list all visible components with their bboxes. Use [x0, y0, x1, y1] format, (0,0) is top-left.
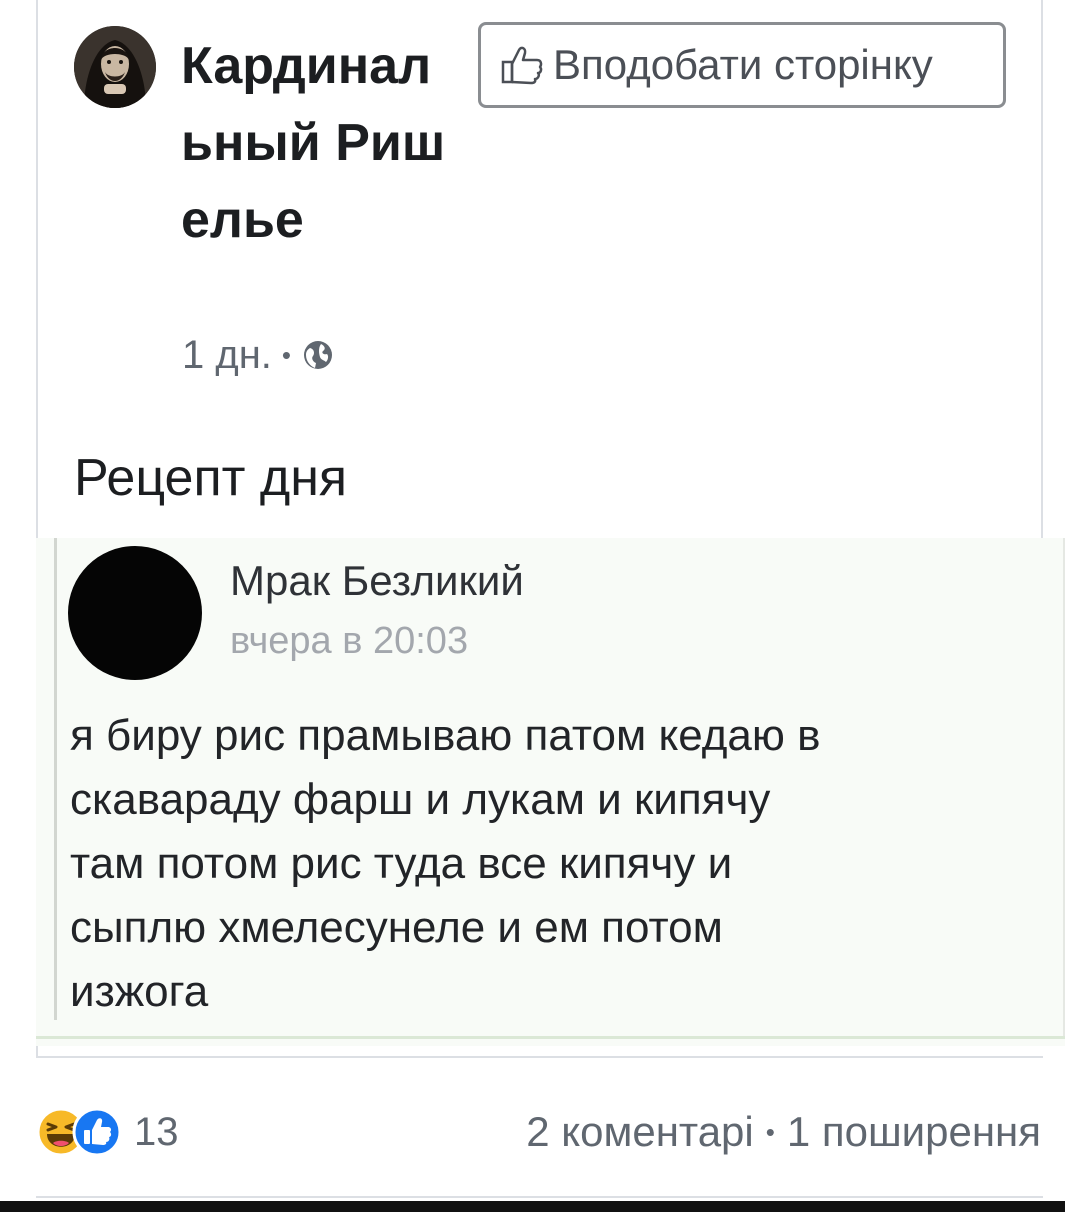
post-time[interactable]: 1 дн. — [182, 333, 272, 378]
page-name[interactable]: Кардинальный Ришелье — [181, 28, 451, 259]
embed-bottom-line — [36, 1036, 1065, 1039]
post-text: Рецепт дня — [74, 449, 348, 507]
comment-line: скавараду фарш и лукам и кипячу — [70, 775, 771, 824]
meta-separator: • — [281, 339, 292, 370]
embedded-comment-image[interactable]: Мрак Безликий вчера в 20:03 я биру рис п… — [36, 538, 1065, 1046]
comment-line: я биру рис прамываю патом кедаю в — [70, 711, 821, 760]
comment-line: изжога — [70, 967, 209, 1016]
avatar-image — [74, 26, 156, 108]
card-border-bottom — [36, 1056, 1043, 1058]
reactions-summary[interactable]: 13 — [36, 1106, 179, 1158]
shares-count-link[interactable]: 1 поширення — [787, 1108, 1041, 1156]
thumbs-up-icon — [501, 46, 543, 85]
reaction-count: 13 — [134, 1109, 179, 1154]
comment-time: вчера в 20:03 — [230, 620, 469, 662]
footer-stats: 2 коментарі • 1 поширення — [526, 1106, 1041, 1158]
comments-count-link[interactable]: 2 коментарі — [526, 1108, 753, 1156]
comment-text: я биру рис прамываю патом кедаю в скавар… — [70, 704, 1050, 1024]
comment-line: сыплю хмелесунеле и ем потом — [70, 903, 723, 952]
like-reaction-icon — [72, 1107, 122, 1157]
embed-left-bar — [54, 538, 57, 1020]
post-meta: 1 дн. • — [182, 330, 335, 380]
like-page-label: Вподобати сторінку — [553, 41, 933, 88]
card-border-right — [1041, 0, 1043, 540]
page-avatar[interactable] — [74, 26, 156, 108]
footer-divider — [36, 1196, 1043, 1198]
commenter-avatar — [68, 546, 202, 680]
globe-icon — [304, 341, 333, 369]
like-page-button[interactable]: Вподобати сторінку — [478, 22, 1006, 108]
commenter-name: Мрак Безликий — [230, 557, 524, 604]
comment-line: там потом рис туда все кипячу и — [70, 839, 733, 888]
footer-separator: • — [765, 1116, 775, 1147]
bottom-bar — [0, 1201, 1065, 1212]
